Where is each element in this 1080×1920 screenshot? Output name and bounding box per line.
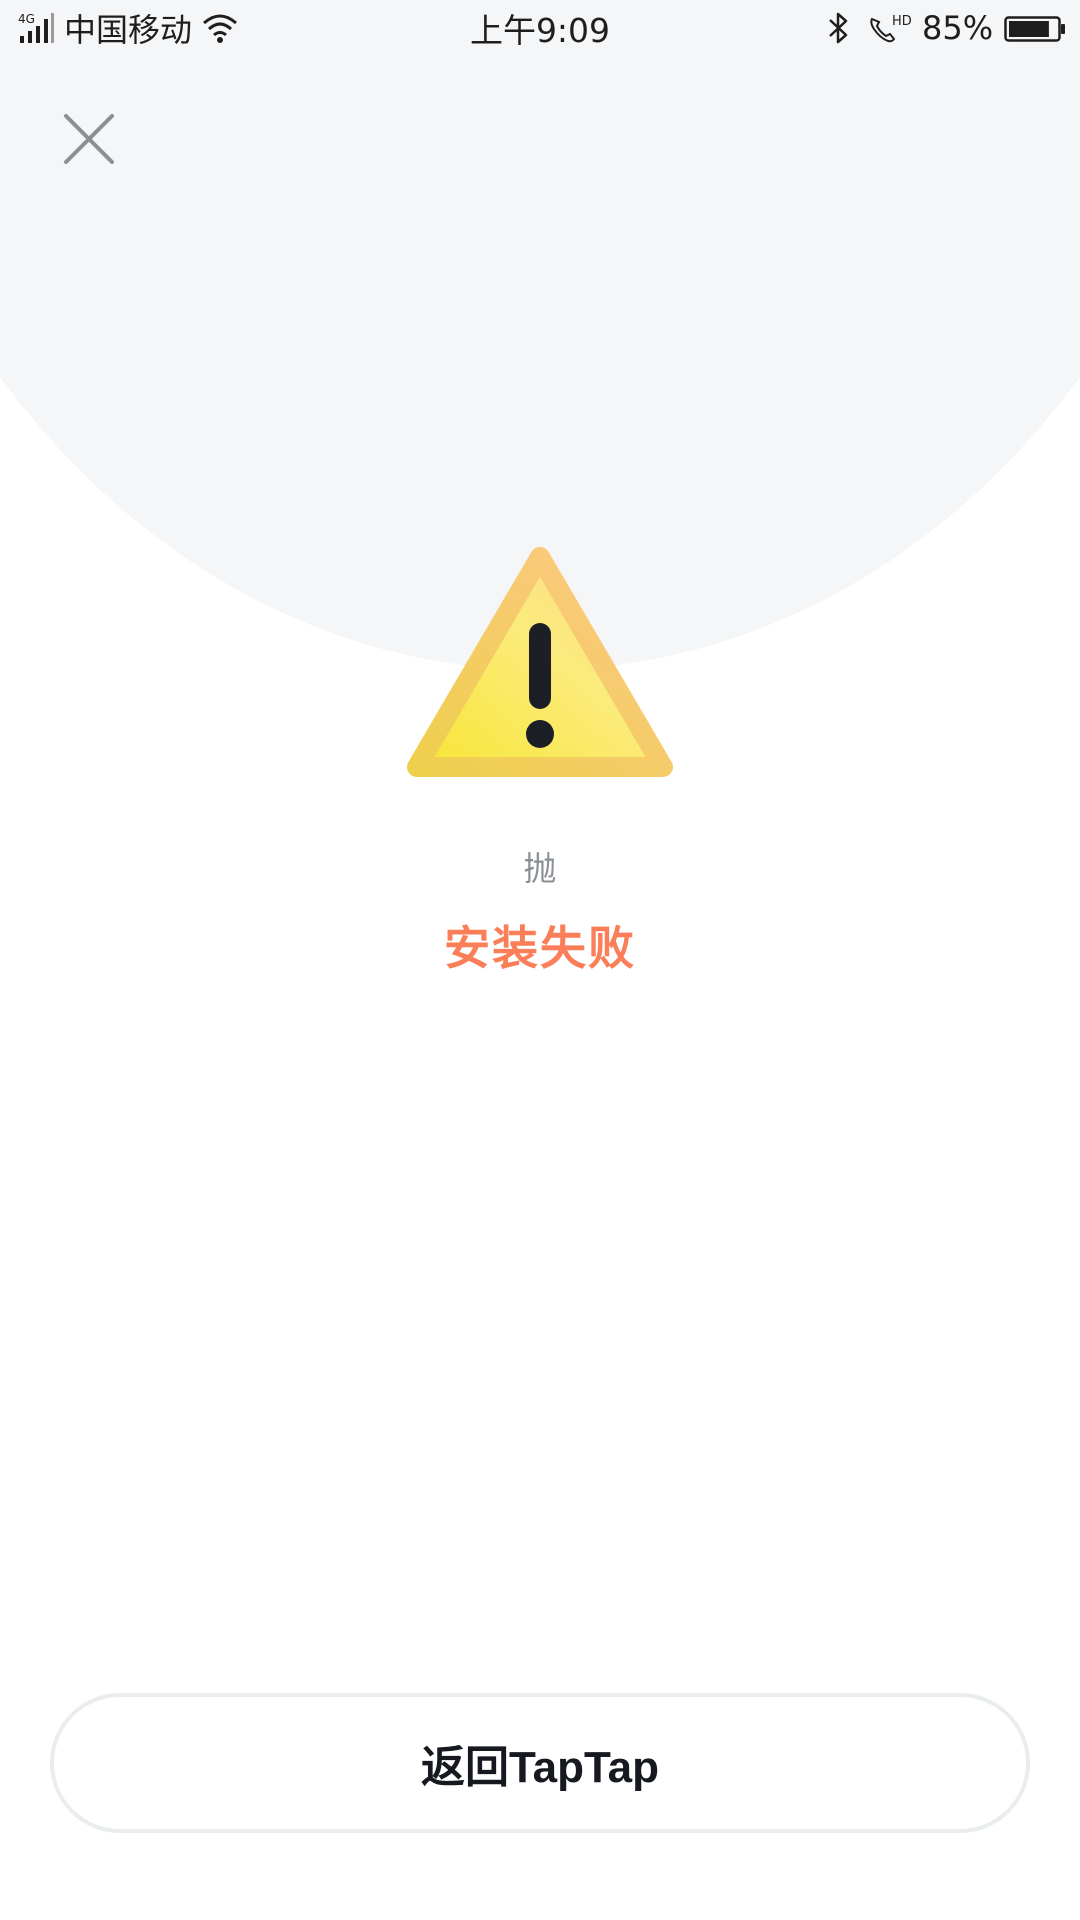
close-icon	[64, 114, 114, 164]
status-time: 上午9:09	[469, 11, 611, 50]
close-button[interactable]	[58, 108, 120, 170]
battery-icon	[1004, 0, 1066, 56]
install-result-screen: 4G 中国移动 上午9:09 HD 85% 抛 安装失败 返回TapTap	[0, 0, 1080, 1920]
warning-icon	[405, 545, 675, 785]
return-button-label: 返回TapTap	[421, 1743, 659, 1792]
hd-label: HD	[892, 14, 912, 29]
hd-call-icon: HD	[866, 0, 912, 56]
install-status-text: 安装失败	[444, 921, 636, 975]
bluetooth-icon	[826, 0, 852, 56]
status-bar: 4G 中国移动 上午9:09 HD 85%	[0, 0, 1080, 56]
battery-percent: 85%	[922, 9, 994, 47]
app-name: 抛	[523, 849, 557, 888]
return-to-taptap-button[interactable]: 返回TapTap	[50, 1693, 1030, 1833]
